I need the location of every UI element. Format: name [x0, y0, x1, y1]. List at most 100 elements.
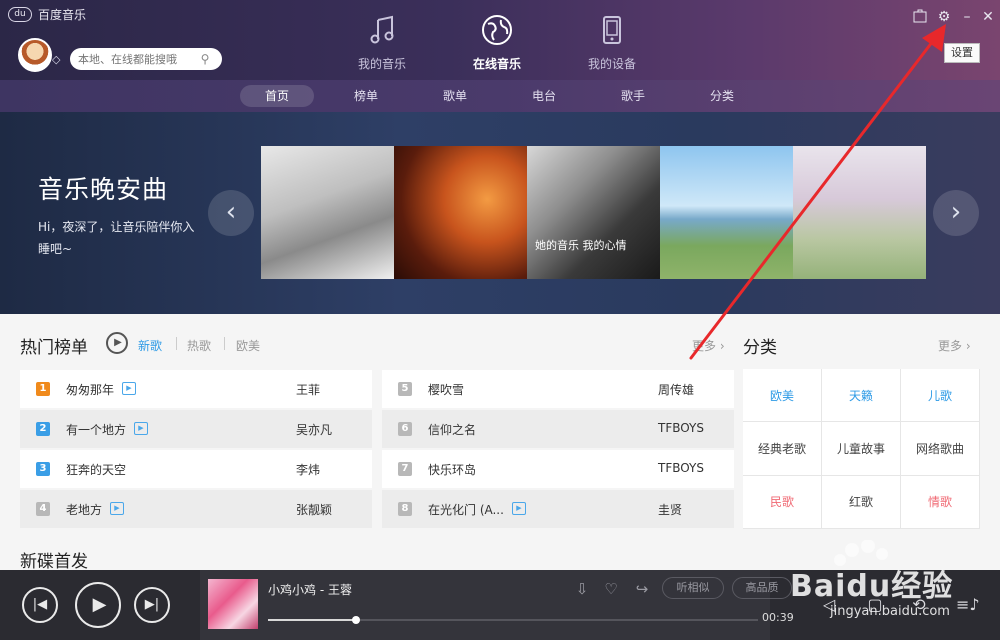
song-row[interactable]: 2 有一个地方 ▶ 吴亦凡: [20, 410, 372, 448]
tab-my-music[interactable]: 我的音乐: [337, 14, 427, 72]
subnav-home[interactable]: 首页: [240, 85, 314, 107]
skin-icon[interactable]: [911, 8, 929, 26]
banner-photo[interactable]: [793, 146, 926, 279]
watermark-url: jingyan.baidu.com: [830, 604, 950, 619]
progress-fill: [268, 619, 357, 621]
banner-photo[interactable]: [660, 146, 793, 279]
app-title: du 百度音乐: [8, 6, 86, 23]
watermark-text: Baidu经验: [790, 569, 954, 604]
download-icon[interactable]: ⇩: [572, 579, 592, 599]
next-track-icon[interactable]: ▶|: [134, 587, 170, 623]
previous-track-icon[interactable]: |◀: [22, 587, 58, 623]
hot-chart-more-link[interactable]: 更多 ›: [692, 337, 725, 354]
song-name[interactable]: 樱吹雪: [428, 381, 464, 398]
song-row[interactable]: 1 匆匆那年 ▶ 王菲: [20, 370, 372, 408]
banner-photo[interactable]: [261, 146, 394, 279]
banner-carousel[interactable]: 音乐晚安曲 Hi，夜深了，让音乐陪伴你入睡吧~ ‹ 她的音乐 我的心情 ›: [0, 112, 1000, 314]
song-name[interactable]: 在光化门 (A...: [428, 501, 504, 518]
rank-badge: 7: [398, 462, 412, 476]
rank-badge: 5: [398, 382, 412, 396]
category-item[interactable]: 网络歌曲: [901, 422, 980, 476]
banner-photo[interactable]: [394, 146, 527, 279]
song-row[interactable]: 3 狂奔的天空 李炜: [20, 450, 372, 488]
minimize-icon[interactable]: –: [958, 8, 976, 26]
song-name[interactable]: 信仰之名: [428, 421, 476, 438]
song-artist[interactable]: 李炜: [296, 461, 320, 478]
avatar[interactable]: [18, 38, 52, 72]
carousel-prev-arrow-icon[interactable]: ‹: [208, 190, 254, 236]
category-item[interactable]: 经典老歌: [743, 422, 822, 476]
filter-divider: [224, 337, 225, 350]
mv-icon[interactable]: ▶: [512, 502, 526, 515]
song-name[interactable]: 有一个地方: [66, 421, 126, 438]
carousel-next-arrow-icon[interactable]: ›: [933, 190, 979, 236]
subnav-radio[interactable]: 电台: [518, 85, 570, 107]
filter-new-songs[interactable]: 新歌: [138, 337, 162, 354]
song-name[interactable]: 狂奔的天空: [66, 461, 126, 478]
banner-subtitle: Hi，夜深了，让音乐陪伴你入睡吧~: [38, 220, 195, 256]
category-item[interactable]: 欧美: [743, 369, 822, 423]
playlist-icon[interactable]: ≡♪: [956, 594, 980, 616]
listen-similar-button[interactable]: 听相似: [662, 577, 724, 599]
subnav-playlists[interactable]: 歌单: [429, 85, 481, 107]
banner-photo[interactable]: 她的音乐 我的心情: [527, 146, 660, 279]
song-artist[interactable]: 周传雄: [658, 381, 694, 398]
song-artist[interactable]: 吴亦凡: [296, 421, 332, 438]
subnav-charts[interactable]: 榜单: [340, 85, 392, 107]
heart-icon[interactable]: ♡: [601, 579, 621, 599]
album-cover[interactable]: [208, 579, 258, 629]
sub-navigation: 首页 榜单 歌单 电台 歌手 分类: [0, 80, 1000, 112]
hot-chart-title: 热门榜单: [20, 338, 88, 358]
settings-gear-icon[interactable]: ⚙: [935, 8, 953, 26]
category-item[interactable]: 红歌: [822, 475, 901, 529]
song-artist[interactable]: 张靓颖: [296, 501, 332, 518]
category-item[interactable]: 民歌: [743, 475, 822, 529]
briefcase-icon: [913, 9, 927, 23]
song-row[interactable]: 7 快乐环岛 TFBOYS: [382, 450, 734, 488]
category-item[interactable]: 儿童故事: [822, 422, 901, 476]
track-title: 小鸡小鸡 - 王蓉: [268, 583, 352, 597]
song-name[interactable]: 老地方: [66, 501, 102, 518]
tab-my-device[interactable]: 我的设备: [567, 14, 657, 72]
banner-title: 音乐晚安曲: [38, 175, 169, 204]
song-row[interactable]: 8 在光化门 (A... ▶ 圭贤: [382, 490, 734, 528]
phone-icon: [603, 16, 621, 44]
play-all-icon[interactable]: ▶: [106, 332, 128, 354]
song-row[interactable]: 6 信仰之名 TFBOYS: [382, 410, 734, 448]
song-row[interactable]: 4 老地方 ▶ 张靓颖: [20, 490, 372, 528]
category-item[interactable]: 情歌: [901, 475, 980, 529]
mv-icon[interactable]: ▶: [134, 422, 148, 435]
song-row[interactable]: 5 樱吹雪 周传雄: [382, 370, 734, 408]
filter-hot-songs[interactable]: 热歌: [187, 337, 211, 354]
category-item[interactable]: 天籁: [822, 369, 901, 423]
mv-icon[interactable]: ▶: [110, 502, 124, 515]
mv-icon[interactable]: ▶: [122, 382, 136, 395]
category-more-link[interactable]: 更多 ›: [938, 337, 971, 354]
rank-badge: 6: [398, 422, 412, 436]
progress-bar[interactable]: [268, 616, 758, 624]
song-artist[interactable]: 圭贤: [658, 501, 682, 518]
song-artist[interactable]: TFBOYS: [658, 461, 704, 475]
subnav-categories[interactable]: 分类: [696, 85, 748, 107]
category-title: 分类: [743, 338, 777, 358]
search-box: ⚲: [70, 48, 222, 70]
song-name[interactable]: 快乐环岛: [428, 461, 476, 478]
subnav-singers[interactable]: 歌手: [607, 85, 659, 107]
song-name[interactable]: 匆匆那年: [66, 381, 114, 398]
elapsed-time: 00:39: [762, 611, 794, 624]
share-icon[interactable]: ↪: [632, 579, 652, 599]
filter-western[interactable]: 欧美: [236, 337, 260, 354]
search-input[interactable]: [78, 52, 198, 66]
play-icon[interactable]: ▶: [75, 582, 121, 628]
search-icon[interactable]: ⚲: [198, 52, 212, 66]
tab-online-music-label: 在线音乐: [472, 57, 521, 71]
song-artist[interactable]: 王菲: [296, 381, 320, 398]
vip-diamond-icon[interactable]: ◇: [52, 54, 66, 66]
quality-button[interactable]: 高品质: [732, 577, 792, 599]
close-icon[interactable]: ✕: [979, 8, 997, 26]
category-item[interactable]: 儿歌: [901, 369, 980, 423]
more-label: 更多: [938, 339, 963, 353]
tab-online-music[interactable]: 在线音乐: [452, 14, 542, 72]
globe-icon: [482, 15, 512, 45]
song-artist[interactable]: TFBOYS: [658, 421, 704, 435]
